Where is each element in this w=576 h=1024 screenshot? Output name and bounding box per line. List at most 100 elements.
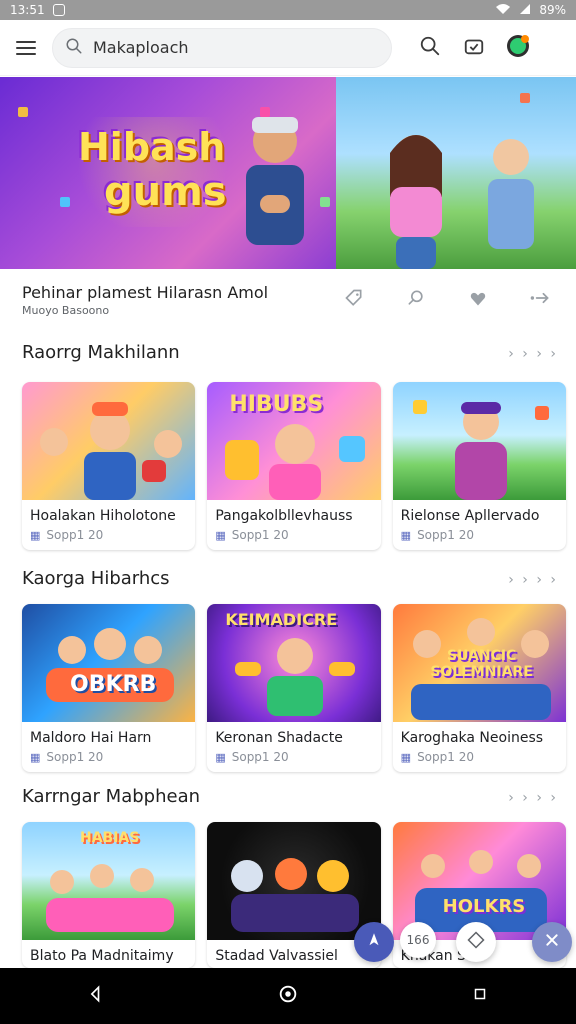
hero-logo: Hibash gums: [68, 117, 238, 227]
heart-icon: [468, 288, 488, 312]
back-icon: [86, 984, 106, 1008]
search-featured-button[interactable]: [402, 286, 430, 314]
game-card[interactable]: KEIMADICRE Keronan Shadacte ▦ Sopp1 20: [207, 604, 381, 772]
search-icon: [419, 35, 441, 61]
game-title: Rielonse Apllervado: [400, 508, 540, 524]
game-title: Maldoro Hai Harn: [30, 730, 152, 746]
game-thumbnail: HIBUBS: [207, 382, 381, 500]
close-icon: [544, 932, 560, 952]
users-icon: ▦: [215, 528, 226, 542]
game-thumbnail: SUANCIC SOLEMNIARE: [392, 604, 566, 722]
confetti-shape: [18, 107, 28, 117]
game-title: Blato Pa Madnitaimy: [30, 948, 174, 964]
game-thumbnail: HABIAS: [22, 822, 196, 940]
menu-icon[interactable]: [12, 34, 40, 62]
counter-badge[interactable]: 166: [400, 922, 436, 958]
status-right: 89%: [495, 3, 566, 18]
tag-button[interactable]: [340, 286, 368, 314]
section-title-3: Karrngar Mabphean: [22, 786, 201, 807]
featured-info-row: Pehinar plamest Hilarasn Amol Muoyo Baso…: [0, 270, 576, 330]
wifi-icon: [495, 3, 511, 18]
game-card[interactable]: Hoalakan Hiholotone ▦ Sopp1 20: [22, 382, 196, 550]
users-icon: ▦: [30, 528, 41, 542]
hero-character-kid: [488, 139, 534, 249]
game-card[interactable]: HIBUBS Pangakolbllevhauss ▦ Sopp1 20: [207, 382, 381, 550]
system-navigation-bar: [0, 968, 576, 1024]
game-thumbnail: KEIMADICRE: [207, 604, 381, 722]
library-icon: [463, 35, 485, 61]
back-button[interactable]: [80, 980, 112, 1012]
section-more-1[interactable]: › › › ›: [508, 346, 558, 362]
status-left: 13:51: [10, 3, 65, 17]
game-meta: ▦ Sopp1 20: [22, 746, 195, 764]
battery-level: 89%: [539, 3, 566, 17]
featured-subtitle: Muoyo Basoono: [22, 304, 110, 317]
search-input[interactable]: [91, 37, 379, 58]
recents-icon: [471, 985, 489, 1007]
game-meta-text: Sopp1 20: [46, 750, 104, 764]
confetti-shape: [520, 93, 530, 103]
confetti-shape: [320, 197, 330, 207]
game-title: Hoalakan Hiholotone: [30, 508, 176, 524]
home-button[interactable]: [272, 980, 304, 1012]
floating-actions: 166: [354, 920, 574, 964]
share-button[interactable]: [526, 286, 554, 314]
recents-button[interactable]: [464, 980, 496, 1012]
home-icon: [277, 983, 299, 1009]
profile-avatar[interactable]: [502, 32, 534, 64]
section-cards-1: Hoalakan Hiholotone ▦ Sopp1 20 HIBUBS Pa…: [22, 382, 566, 552]
game-thumbnail: OBKRB: [22, 604, 196, 722]
avatar-icon: [505, 33, 531, 63]
section-cards-2: OBKRB Maldoro Hai Harn ▦ Sopp1 20 KEIMAD…: [22, 604, 566, 774]
game-card[interactable]: HABIAS Blato Pa Madnitaimy: [22, 822, 196, 968]
search-bar[interactable]: [52, 27, 392, 68]
featured-title: Pehinar plamest Hilarasn Amol: [22, 283, 269, 302]
favorite-button[interactable]: [464, 286, 492, 314]
thumbnail-art: [40, 402, 182, 500]
featured-actions: [340, 286, 554, 314]
diamond-button[interactable]: [456, 922, 496, 962]
game-meta: ▦ Sopp1 20: [207, 746, 380, 764]
hero-character-man: [246, 117, 304, 245]
notification-icon: [52, 4, 65, 16]
close-floating-button[interactable]: [532, 922, 572, 962]
hero-logo-line1: Hibash: [78, 125, 226, 169]
thumbnail-logo-text: HOLKRS: [442, 896, 526, 917]
game-meta: ▦ Sopp1 20: [22, 524, 195, 542]
users-icon: ▦: [215, 750, 226, 764]
game-card[interactable]: Rielonse Apllervado ▦ Sopp1 20: [392, 382, 566, 550]
game-card[interactable]: SUANCIC SOLEMNIARE Karoghaka Neoiness ▦ …: [392, 604, 566, 772]
search-button[interactable]: [414, 32, 446, 64]
section-title-2: Kaorga Hibarhcs: [22, 568, 170, 589]
users-icon: ▦: [30, 750, 41, 764]
signal-icon: [519, 3, 531, 18]
game-meta-text: Sopp1 20: [417, 528, 474, 542]
diamond-icon: [467, 931, 485, 953]
game-meta: ▦ Sopp1 20: [207, 524, 380, 542]
featured-text: Pehinar plamest Hilarasn Amol Muoyo Baso…: [22, 283, 268, 317]
search-icon: [65, 37, 83, 59]
game-meta-text: Sopp1 20: [417, 750, 474, 764]
thumbnail-art: [46, 628, 174, 702]
section-title-1: Raorrg Makhilann: [22, 342, 180, 363]
game-meta-text: Sopp1 20: [231, 528, 289, 542]
section-more-2[interactable]: › › › ›: [508, 572, 558, 588]
thumbnail-logo-text: HIBUBS: [229, 392, 324, 417]
game-title: Keronan Shadacte: [215, 730, 343, 746]
hero-banner[interactable]: Hibash gums: [0, 77, 576, 269]
users-icon: ▦: [400, 750, 412, 764]
hero-logo-line2: gums: [104, 169, 227, 215]
section-more-3[interactable]: › › › ›: [508, 790, 558, 806]
search-icon: [406, 288, 426, 312]
game-title: Pangakolbllevhauss: [215, 508, 353, 524]
game-card[interactable]: OBKRB Maldoro Hai Harn ▦ Sopp1 20: [22, 604, 196, 772]
thumbnail-logo-text: OBKRB: [70, 672, 157, 697]
thumbnail-art: [412, 400, 549, 500]
thumbnail-logo-text: HABIAS: [80, 830, 140, 846]
status-time: 13:51: [10, 3, 45, 17]
compass-button[interactable]: [354, 922, 394, 962]
status-bar: 13:51 89%: [0, 0, 576, 20]
library-button[interactable]: [458, 32, 490, 64]
game-meta: ▦ Sopp1 20: [393, 746, 566, 764]
tag-icon: [344, 288, 364, 312]
